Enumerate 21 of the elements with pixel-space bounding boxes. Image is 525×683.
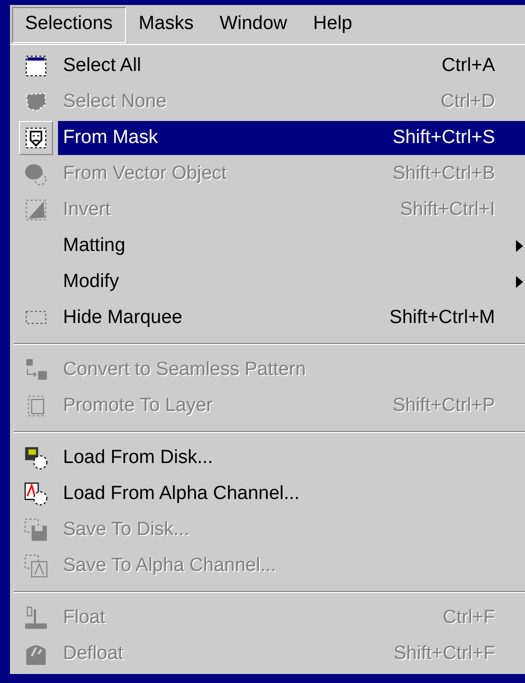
menu-bar-item[interactable]: Masks	[126, 6, 207, 42]
menu-item-icon	[23, 125, 49, 151]
menu-item-icon	[23, 553, 49, 579]
menu-item[interactable]: Load From Disk...	[58, 441, 525, 475]
menu-bar-item[interactable]: Selections	[12, 6, 126, 42]
menu-item-icon	[23, 481, 49, 507]
submenu-arrow-icon	[516, 276, 523, 288]
menu-item-icon	[23, 517, 49, 543]
menu-bar-item[interactable]: Window	[206, 6, 300, 42]
menu-item[interactable]: Matting	[58, 229, 525, 263]
menu-item[interactable]: Hide Marquee Shift+Ctrl+M	[58, 301, 525, 335]
menu-item[interactable]: Load From Alpha Channel...	[58, 477, 525, 511]
menu-item-icon	[23, 445, 49, 471]
menu-item-icon	[23, 197, 49, 223]
menu-item[interactable]: Modify	[58, 265, 525, 299]
menu-bar-item[interactable]: Help	[300, 6, 366, 42]
submenu-arrow-icon	[516, 240, 523, 252]
menu-item-icon	[23, 53, 49, 79]
menu-item[interactable]: From Mask Shift+Ctrl+S	[58, 121, 525, 155]
menu-item[interactable]: Select All Ctrl+A	[58, 49, 525, 83]
menu-item-icon	[23, 605, 49, 631]
